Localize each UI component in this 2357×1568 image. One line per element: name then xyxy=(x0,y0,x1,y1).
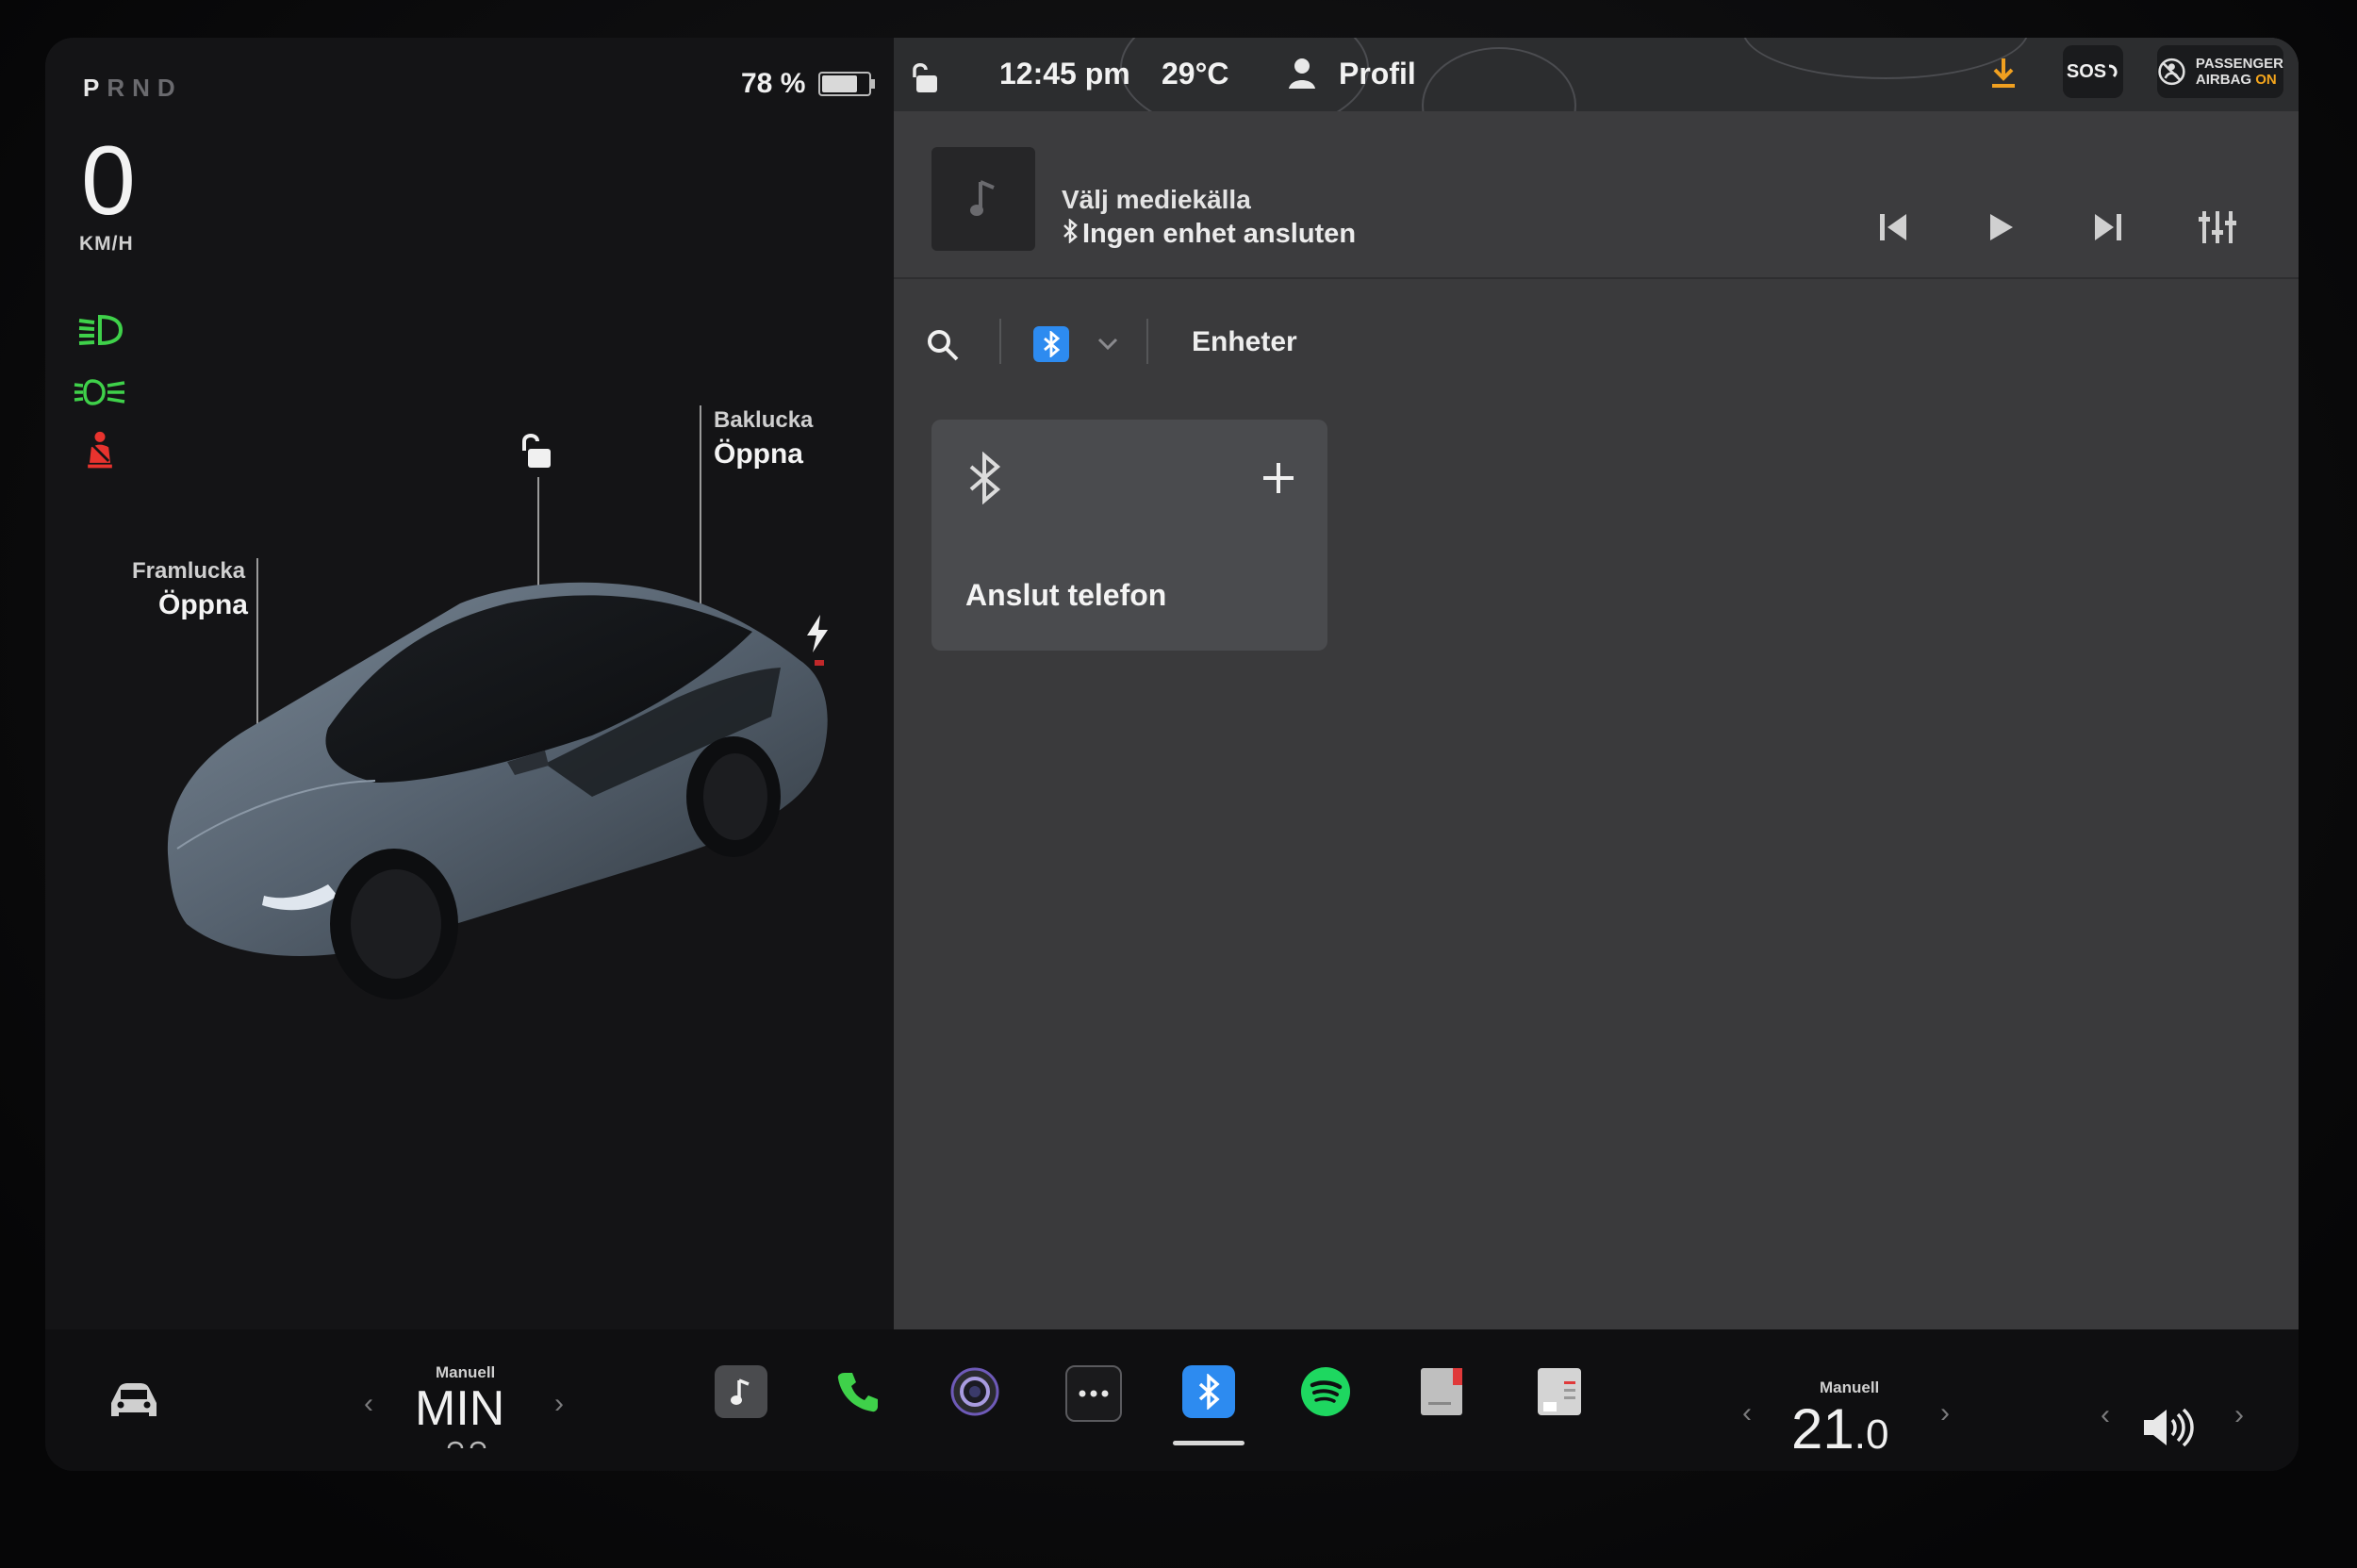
app-panel: 12:45 pm 29°C Profil SOS PASSENGER AIRBA… xyxy=(894,38,2299,1329)
battery-status: 78 % xyxy=(741,68,876,100)
next-icon xyxy=(2095,214,2121,240)
status-bar: 12:45 pm 29°C Profil SOS PASSENGER AIRBA… xyxy=(894,38,2299,164)
bluetooth-app-icon[interactable] xyxy=(1182,1365,1235,1418)
connect-phone-card[interactable]: Anslut telefon xyxy=(931,420,1327,651)
right-temp-down-arrow[interactable]: ‹ xyxy=(1742,1397,1752,1429)
add-icon[interactable] xyxy=(1261,461,1295,495)
camera-app-icon[interactable] xyxy=(948,1365,1001,1418)
active-app-indicator xyxy=(1173,1441,1244,1445)
previous-track-button[interactable] xyxy=(1865,204,1921,251)
seatbelt-warning-icon xyxy=(88,431,112,469)
equalizer-button[interactable] xyxy=(2189,204,2246,251)
bluetooth-small-icon xyxy=(1062,218,1079,251)
toolbar-divider-2 xyxy=(1146,319,1148,364)
vehicle-illustration xyxy=(167,582,828,999)
airbag-line1: PASSENGER xyxy=(2195,56,2283,72)
lock-status-icon[interactable] xyxy=(909,60,941,94)
music-app-icon[interactable] xyxy=(715,1365,767,1418)
bluetooth-icon xyxy=(1044,331,1061,357)
right-climate-mode: Manuell xyxy=(1820,1378,1880,1396)
album-art[interactable] xyxy=(931,147,1035,251)
media-source-status: Ingen enhet ansluten xyxy=(1062,218,1357,251)
profile-button[interactable]: Profil xyxy=(1339,57,1416,91)
outside-temperature: 29°C xyxy=(1162,57,1229,91)
devices-tab[interactable]: Enheter xyxy=(1192,326,1297,358)
right-temp-up-arrow[interactable]: › xyxy=(1940,1397,1950,1429)
clock: 12:45 pm xyxy=(999,57,1130,91)
unlock-icon[interactable] xyxy=(517,430,554,471)
sos-label: SOS xyxy=(2066,60,2107,82)
seat-heater-icon[interactable] xyxy=(447,1437,488,1452)
download-icon[interactable] xyxy=(1989,57,2018,89)
right-climate-temperature[interactable]: 21.0 xyxy=(1791,1401,1888,1459)
volume-up-arrow[interactable]: › xyxy=(2234,1399,2244,1431)
passenger-airbag-status: PASSENGER AIRBAG ON xyxy=(2157,45,2283,98)
spotify-app-icon[interactable] xyxy=(1299,1365,1352,1418)
left-climate-value[interactable]: MIN xyxy=(415,1384,504,1433)
search-icon[interactable] xyxy=(926,328,960,362)
bluetooth-source-button[interactable] xyxy=(1033,326,1069,362)
sos-button[interactable]: SOS xyxy=(2063,45,2123,98)
right-climate-value: 21 xyxy=(1791,1397,1854,1461)
parking-lights-icon xyxy=(74,379,125,405)
speed-unit: KM/H xyxy=(79,233,134,255)
airbag-state: ON xyxy=(2255,72,2277,88)
notes-app-icon[interactable] xyxy=(1533,1365,1586,1418)
toolbar-divider xyxy=(999,319,1001,364)
gear-selected: P xyxy=(83,74,107,102)
speed-value: 0 xyxy=(81,126,136,236)
profile-icon[interactable] xyxy=(1288,57,1316,91)
media-player: Välj mediekälla Ingen enhet ansluten xyxy=(894,111,2299,279)
connect-phone-label: Anslut telefon xyxy=(965,578,1167,612)
manual-app-icon[interactable] xyxy=(1416,1365,1469,1418)
media-source-title[interactable]: Välj mediekälla xyxy=(1062,185,1251,215)
airbag-line2: AIRBAG xyxy=(2195,72,2252,88)
right-climate-decimal: .0 xyxy=(1854,1411,1889,1458)
volume-down-arrow[interactable]: ‹ xyxy=(2101,1399,2110,1431)
bluetooth-card-icon xyxy=(969,452,1001,504)
gear-others: RND xyxy=(107,74,183,102)
sos-call-icon xyxy=(2108,64,2118,78)
left-climate-mode: Manuell xyxy=(436,1363,496,1381)
trunk-label: Baklucka xyxy=(714,407,814,433)
battery-percent: 78 % xyxy=(741,68,806,99)
volume-icon[interactable] xyxy=(2142,1407,2199,1448)
gear-selector: PRND xyxy=(83,74,183,103)
charge-port-icon[interactable] xyxy=(805,615,830,652)
previous-icon xyxy=(1880,214,1906,240)
airbag-icon xyxy=(2158,58,2185,86)
touchscreen: PRND 78 % 0 KM/H Baklucka Öppna Framluck… xyxy=(45,38,2299,1471)
battery-icon xyxy=(818,72,876,96)
vehicle-panel: PRND 78 % 0 KM/H Baklucka Öppna Framluck… xyxy=(45,38,894,1329)
play-button[interactable] xyxy=(1972,204,2029,251)
media-source-subtitle: Ingen enhet ansluten xyxy=(1082,219,1357,249)
equalizer-icon xyxy=(2199,211,2236,243)
trunk-open-button[interactable]: Öppna xyxy=(714,438,803,470)
chevron-down-icon[interactable] xyxy=(1097,338,1118,351)
next-track-button[interactable] xyxy=(2080,204,2136,251)
phone-app-icon[interactable] xyxy=(832,1365,884,1418)
more-apps-icon[interactable] xyxy=(1065,1365,1122,1422)
car-controls-icon[interactable] xyxy=(106,1380,162,1422)
left-temp-down-arrow[interactable]: ‹ xyxy=(364,1388,373,1420)
music-note-icon xyxy=(970,180,995,216)
bottom-dock: ‹ Manuell MIN › ‹ Manuell 21.0 › ‹ › xyxy=(45,1329,2299,1471)
play-icon xyxy=(1990,214,2013,240)
left-temp-up-arrow[interactable]: › xyxy=(554,1388,564,1420)
headlights-icon xyxy=(78,314,124,346)
